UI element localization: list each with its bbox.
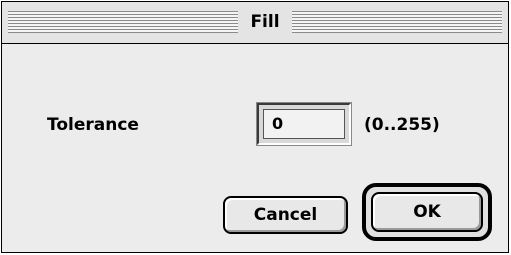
window-title: Fill — [250, 12, 280, 32]
ok-button[interactable]: OK — [371, 192, 483, 232]
fill-dialog: Fill Tolerance 0 (0..255) Cancel OK — [1, 1, 509, 253]
cancel-button[interactable]: Cancel — [223, 196, 348, 234]
tolerance-label: Tolerance — [47, 115, 139, 135]
title-bar[interactable]: Fill — [2, 2, 508, 44]
tolerance-field[interactable]: 0 — [257, 103, 351, 145]
tolerance-range-hint: (0..255) — [364, 115, 440, 135]
title-bar-stripes-left — [8, 11, 238, 33]
tolerance-input[interactable]: 0 — [263, 109, 345, 139]
title-bar-stripes-right — [292, 11, 502, 33]
